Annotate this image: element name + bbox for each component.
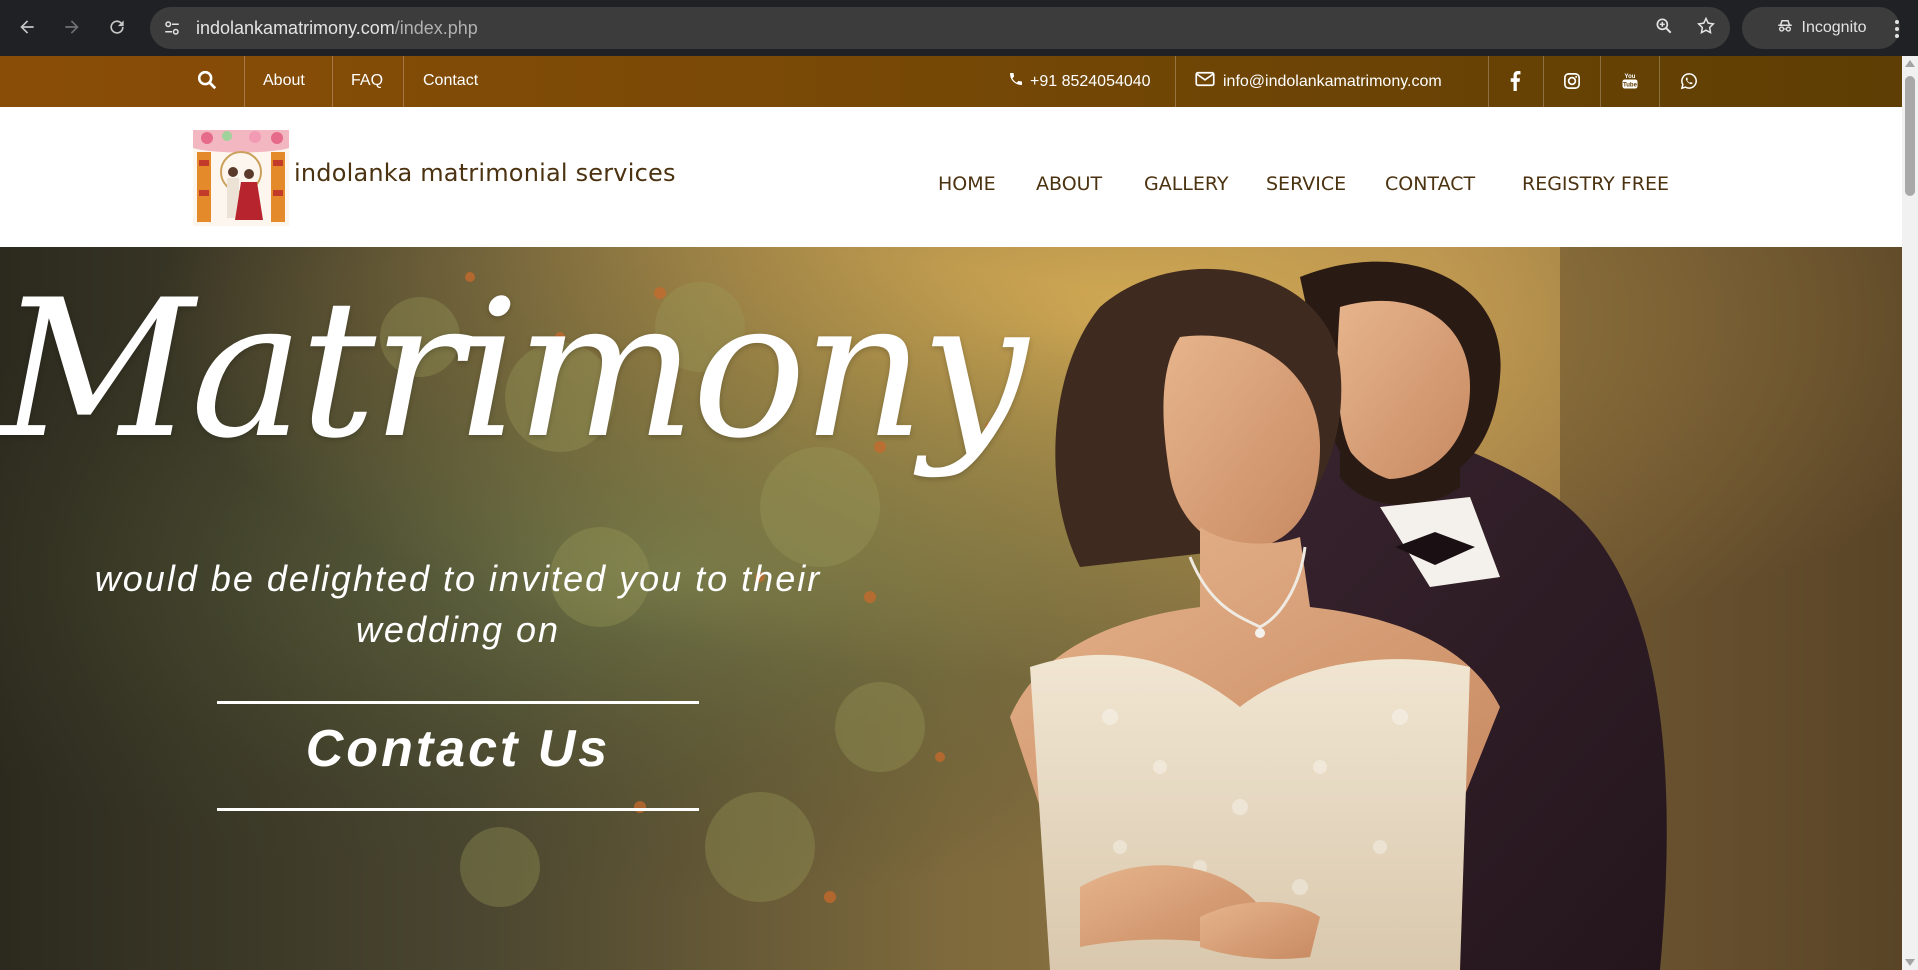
youtube-icon[interactable]: You Tube [1618,69,1642,93]
whatsapp-icon[interactable] [1677,69,1701,93]
back-icon[interactable] [12,12,42,42]
browser-toolbar: indolankamatrimony.com/index.php Incogni… [0,0,1918,56]
topbar-link-contact[interactable]: Contact [423,72,478,90]
nav-service[interactable]: SERVICE [1266,173,1346,195]
facebook-icon[interactable] [1503,69,1527,93]
page-scrollbar[interactable] [1902,56,1918,970]
phone-icon [1008,71,1024,92]
top-info-bar: About FAQ Contact +91 8524054040 info@in… [0,56,1902,107]
divider [1659,56,1660,107]
url-path: /index.php [394,17,478,38]
url-domain: indolankamatrimony.com [196,17,395,38]
forward-icon[interactable] [57,12,87,42]
divider [1543,56,1544,107]
reload-icon[interactable] [102,12,132,42]
site-info-icon[interactable] [158,14,186,42]
scroll-up-icon[interactable] [1905,60,1915,67]
nav-gallery[interactable]: GALLERY [1144,173,1229,195]
brand-name[interactable]: indolanka matrimonial services [294,159,676,187]
incognito-badge[interactable]: Incognito [1742,7,1900,49]
search-icon[interactable] [196,69,224,95]
scroll-thumb[interactable] [1905,76,1915,196]
nav-registry-free[interactable]: REGISTRY FREE [1522,173,1669,195]
divider [403,56,404,107]
topbar-link-about[interactable]: About [263,72,305,90]
incognito-label: Incognito [1801,19,1867,36]
topbar-phone[interactable]: +91 8524054040 [1008,71,1151,92]
divider [1488,56,1489,107]
nav-about[interactable]: ABOUT [1036,173,1102,195]
svg-text:Tube: Tube [1623,83,1638,89]
incognito-icon [1776,17,1794,40]
contact-us-button[interactable]: Contact Us [217,719,699,779]
hero-title: Matrimony [0,259,1028,480]
site-logo[interactable] [193,130,289,226]
hero-divider-top [217,701,699,704]
scroll-down-icon[interactable] [1905,959,1915,966]
bookmark-star-icon[interactable] [1696,16,1716,41]
nav-home[interactable]: HOME [938,173,996,195]
email-address: info@indolankamatrimony.com [1223,72,1442,90]
phone-number: +91 8524054040 [1030,72,1151,90]
instagram-icon[interactable] [1560,69,1584,93]
topbar-link-faq[interactable]: FAQ [351,72,383,90]
divider [1600,56,1601,107]
hero-banner: Matrimony would be delighted to invited … [0,247,1902,970]
url-text: indolankamatrimony.com/index.php [196,18,478,39]
hero-divider-bottom [217,808,699,811]
envelope-icon [1195,71,1215,92]
hero-subtitle: would be delighted to invited you to the… [94,558,822,650]
topbar-email[interactable]: info@indolankamatrimony.com [1195,71,1442,92]
svg-text:You: You [1625,74,1636,80]
site-header: indolanka matrimonial services HOME ABOU… [0,107,1902,247]
divider [244,56,245,107]
kebab-menu-icon[interactable] [1882,14,1912,44]
divider [1175,56,1176,107]
nav-contact[interactable]: CONTACT [1385,173,1475,195]
address-bar[interactable]: indolankamatrimony.com/index.php [150,7,1730,49]
divider [332,56,333,107]
zoom-icon[interactable] [1654,16,1674,41]
